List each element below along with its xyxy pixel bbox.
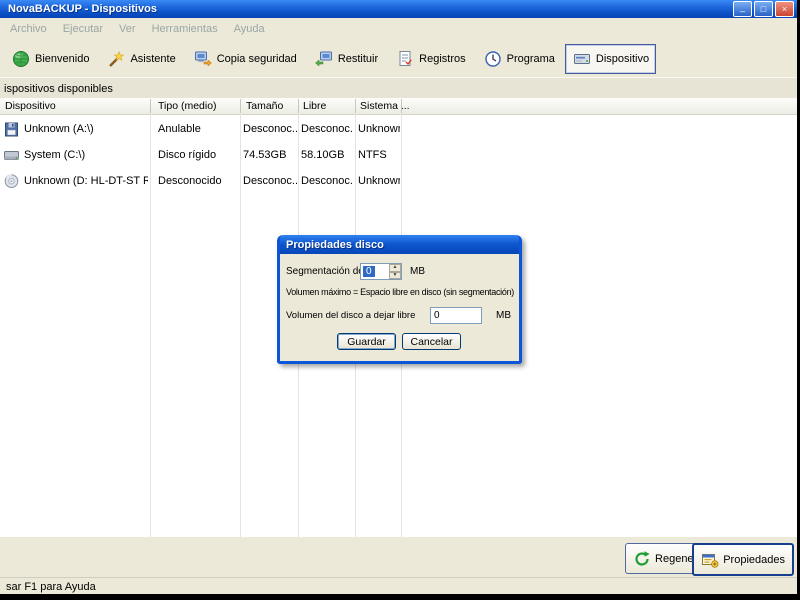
- device-drive-icon: [573, 53, 590, 64]
- restore-icon: [314, 51, 332, 67]
- column-divider: [355, 99, 356, 113]
- cell-size: 74.53GB: [243, 149, 287, 161]
- properties-button[interactable]: Propiedades: [692, 543, 794, 576]
- minimize-button[interactable]: _: [733, 1, 752, 17]
- backup-icon: [194, 51, 212, 67]
- cell-device: Unknown (A:\): [24, 123, 94, 135]
- table-header: Dispositivo Tipo (medio) Tamaño Libre Si…: [0, 98, 797, 115]
- properties-label: Propiedades: [723, 553, 785, 566]
- toolbar-button-copia-seguridad[interactable]: Copia seguridad: [186, 44, 304, 74]
- spin-down-icon: ▼: [392, 271, 398, 278]
- menu-archivo[interactable]: Archivo: [2, 20, 55, 38]
- toolbar-label: Asistente: [130, 52, 176, 65]
- cell-free: Desconoc...: [301, 175, 353, 187]
- cell-system: Unknown: [358, 175, 400, 187]
- column-header-tipo[interactable]: Tipo (medio): [158, 98, 217, 114]
- toolbar-label: Restituir: [337, 52, 379, 65]
- cell-system: NTFS: [358, 149, 387, 161]
- welcome-globe-icon: [13, 50, 29, 67]
- cell-size: Desconoc...: [243, 123, 297, 135]
- column-header-dispositivo[interactable]: Dispositivo: [5, 98, 56, 114]
- menu-ayuda[interactable]: Ayuda: [226, 20, 273, 38]
- close-button[interactable]: ×: [775, 1, 794, 17]
- menu-herramientas[interactable]: Herramientas: [144, 20, 226, 38]
- toolbar-label: Copia seguridad: [216, 52, 297, 65]
- logs-icon: [399, 50, 412, 66]
- column-header-libre[interactable]: Libre: [303, 98, 326, 114]
- toolbar-label: Dispositivo: [595, 52, 650, 65]
- column-divider: [240, 99, 241, 113]
- segment-unit-label: MB: [410, 266, 425, 277]
- menu-ejecutar[interactable]: Ejecutar: [55, 20, 111, 38]
- cell-type: Disco rígido: [158, 149, 217, 161]
- cell-system: Unknown: [358, 123, 400, 135]
- free-space-input[interactable]: 0: [430, 307, 482, 324]
- disk-properties-dialog: Propiedades disco Segmentación de 0 ▲ ▼ …: [277, 235, 522, 364]
- toolbar-button-bienvenido[interactable]: Bienvenido: [4, 44, 96, 74]
- cell-free: Desconoc...: [301, 123, 353, 135]
- dialog-title-bar[interactable]: Propiedades disco: [280, 235, 519, 254]
- schedule-clock-icon: [484, 50, 501, 67]
- spin-down-button[interactable]: ▼: [389, 271, 401, 279]
- caption-text: ispositivos disponibles: [4, 82, 113, 95]
- menu-bar: Archivo Ejecutar Ver Herramientas Ayuda: [0, 18, 797, 40]
- spinner-controls: ▲ ▼: [389, 264, 401, 279]
- status-bar: sar F1 para Ayuda: [0, 577, 797, 594]
- properties-icon: [702, 553, 719, 568]
- column-header-sistema[interactable]: Sistema ...: [360, 98, 410, 114]
- segment-label: Segmentación de: [286, 266, 364, 277]
- toolbar-button-programa[interactable]: Programa: [476, 44, 562, 74]
- free-unit-label: MB: [496, 310, 511, 321]
- column-divider: [150, 99, 151, 113]
- free-space-label: Volumen del disco a dejar libre: [286, 310, 416, 321]
- window-controls: _ □ ×: [733, 1, 794, 17]
- cell-free: 58.10GB: [301, 149, 345, 161]
- segment-size-input[interactable]: 0 ▲ ▼: [360, 263, 402, 280]
- segment-size-value: 0: [363, 266, 375, 277]
- toolbar-label: Bienvenido: [35, 52, 90, 65]
- toolbar-button-registros[interactable]: Registros: [388, 44, 472, 74]
- toolbar-button-restituir[interactable]: Restituir: [307, 44, 385, 74]
- toolbar-button-dispositivo[interactable]: Dispositivo: [564, 43, 657, 74]
- bottom-panel: Regenerar Propiedades: [0, 537, 797, 577]
- cell-size: Desconoc...: [243, 175, 297, 187]
- maximize-button[interactable]: □: [754, 1, 773, 17]
- save-button[interactable]: Guardar: [337, 333, 396, 350]
- toolbar-label: Registros: [419, 52, 466, 65]
- refresh-icon: [635, 550, 650, 566]
- table-row-floppy[interactable]: Unknown (A:\) Anulable Desconoc... Desco…: [0, 116, 797, 142]
- cell-device: Unknown (D: HL-DT-ST RW/DV...: [24, 175, 148, 187]
- close-icon: ×: [781, 3, 788, 14]
- title-bar: NovaBACKUP - Dispositivos _ □ ×: [0, 0, 797, 18]
- cell-type: Desconocido: [158, 175, 222, 187]
- dialog-body: Segmentación de 0 ▲ ▼ MB Volumen máximo …: [280, 254, 519, 358]
- cdrom-drive-icon: [4, 174, 19, 188]
- cell-device: System (C:\): [24, 149, 86, 161]
- floppy-disk-icon: [5, 122, 18, 137]
- cell-type: Anulable: [158, 123, 201, 135]
- app-window: NovaBACKUP - Dispositivos _ □ × Archivo …: [0, 0, 797, 594]
- status-text: sar F1 para Ayuda: [6, 580, 96, 593]
- maximize-icon: □: [760, 3, 767, 14]
- column-divider: [298, 99, 299, 113]
- minimize-icon: _: [739, 1, 745, 12]
- spin-up-button[interactable]: ▲: [389, 264, 401, 272]
- max-volume-info: Volumen máximo = Espacio libre en disco …: [286, 287, 514, 297]
- main-toolbar: Bienvenido Asistente Copia seguridad Res…: [0, 40, 797, 77]
- menu-ver[interactable]: Ver: [111, 20, 144, 38]
- table-row-cdrom[interactable]: Unknown (D: HL-DT-ST RW/DV... Desconocid…: [0, 168, 797, 194]
- dialog-title: Propiedades disco: [286, 238, 384, 251]
- devices-available-caption: ispositivos disponibles: [0, 77, 797, 100]
- cancel-button[interactable]: Cancelar: [402, 333, 461, 350]
- spin-up-icon: ▲: [392, 264, 398, 271]
- toolbar-label: Programa: [506, 52, 555, 65]
- free-space-value: 0: [434, 310, 440, 321]
- table-row-harddisk[interactable]: System (C:\) Disco rígido 74.53GB 58.10G…: [0, 142, 797, 168]
- toolbar-button-asistente[interactable]: Asistente: [99, 44, 182, 74]
- hard-disk-icon: [4, 151, 19, 160]
- window-title: NovaBACKUP - Dispositivos: [8, 3, 157, 15]
- column-divider: [401, 99, 402, 113]
- column-header-tamano[interactable]: Tamaño: [246, 98, 283, 114]
- wizard-wand-icon: [109, 50, 125, 67]
